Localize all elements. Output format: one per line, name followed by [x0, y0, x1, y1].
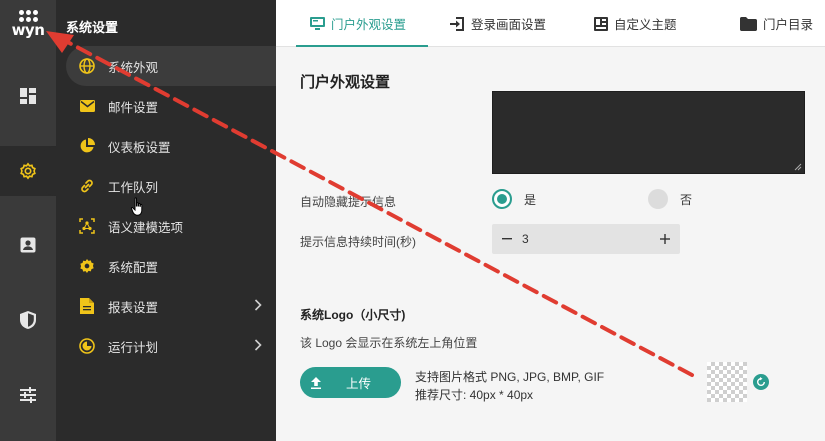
logo-section-title: 系统Logo（小尺寸): [300, 308, 406, 322]
tab-label: 登录画面设置: [471, 18, 547, 32]
plus-icon: [660, 234, 670, 244]
menu-item-dashboard[interactable]: 仪表板设置: [66, 126, 276, 166]
tab-label: 门户外观设置: [331, 18, 407, 32]
decrement-button[interactable]: [492, 224, 522, 254]
menu-item-queue[interactable]: 工作队列: [66, 166, 276, 206]
menu-item-label: 系统配置: [108, 260, 159, 275]
menu-item-system-config[interactable]: 系统配置: [66, 246, 276, 286]
resize-grip-icon[interactable]: [794, 163, 802, 171]
model-icon: [78, 217, 96, 235]
upload-label: 上传: [346, 377, 372, 391]
menu-item-label: 工作队列: [108, 180, 159, 195]
logo-text: wyn: [11, 20, 45, 39]
duration-stepper: 3: [492, 224, 680, 254]
rail-users[interactable]: [0, 220, 56, 270]
menu-item-semantic-model[interactable]: 语义建模选项: [66, 206, 276, 246]
radio-no-label: 否: [680, 192, 693, 207]
schedule-icon: [78, 337, 96, 355]
menu-item-label: 邮件设置: [108, 100, 159, 115]
rail-dashboard[interactable]: [0, 71, 56, 121]
radio-no[interactable]: 否: [648, 189, 692, 209]
globe-icon: [78, 57, 96, 75]
rail-settings[interactable]: [0, 146, 57, 196]
tab-portal-appearance[interactable]: 门户外观设置: [295, 0, 429, 47]
tab-bar: 门户外观设置 登录画面设置 自定义主题 门户目录: [276, 0, 825, 47]
menu-title: 系统设置: [66, 20, 119, 35]
logo-preview: [707, 362, 747, 402]
recommended-size: 推荐尺寸: 40px * 40px: [415, 388, 534, 402]
radio-no-dot[interactable]: [648, 189, 668, 209]
login-icon: [450, 16, 464, 31]
hand-cursor-icon: [130, 197, 143, 216]
upload-button[interactable]: 上传: [300, 367, 401, 398]
document-icon: [78, 297, 96, 315]
settings-menu: 系统设置 系统外观 邮件设置 仪表板设置 工作队列 语义建模选项 系统配置 报表…: [56, 0, 276, 441]
dashboard-icon: [20, 88, 36, 104]
monitor-icon: [310, 16, 325, 30]
menu-item-mail[interactable]: 邮件设置: [66, 86, 276, 126]
menu-item-label: 系统外观: [108, 60, 159, 75]
tab-label: 自定义主题: [614, 18, 677, 32]
menu-item-label: 报表设置: [108, 300, 159, 315]
radio-yes-label: 是: [524, 192, 537, 207]
minus-icon: [502, 238, 512, 240]
sliders-icon: [20, 387, 36, 403]
menu-item-appearance[interactable]: 系统外观: [66, 46, 276, 86]
auto-hide-label: 自动隐藏提示信息: [300, 195, 397, 209]
link-icon: [78, 177, 96, 195]
increment-button[interactable]: [650, 224, 680, 254]
gear-icon: [20, 162, 36, 180]
menu-item-label: 运行计划: [108, 340, 159, 355]
gear-icon: [78, 257, 96, 275]
rail-tools[interactable]: [0, 370, 56, 420]
menu-item-label: 仪表板设置: [108, 140, 171, 155]
content-area: 门户外观设置 登录画面设置 自定义主题 门户目录 门户外观设置 自动隐藏提示信息…: [276, 0, 825, 441]
menu-item-schedule[interactable]: 运行计划: [66, 326, 276, 366]
theme-icon: [594, 16, 608, 31]
section-title: 门户外观设置: [300, 74, 391, 91]
logo-description: 该 Logo 会显示在系统左上角位置: [300, 336, 478, 350]
rail-security[interactable]: [0, 295, 56, 345]
menu-item-report-settings[interactable]: 报表设置: [66, 286, 276, 326]
chevron-right-icon: [254, 299, 262, 311]
radio-yes-dot[interactable]: [492, 189, 512, 209]
icon-rail: wyn: [0, 0, 57, 441]
tab-custom-theme[interactable]: 自定义主题: [594, 0, 677, 47]
logo-dots-icon: [18, 9, 38, 22]
refresh-icon: [757, 377, 765, 386]
chevron-right-icon: [254, 339, 262, 351]
duration-label: 提示信息持续时间(秒): [300, 235, 416, 249]
duration-value[interactable]: 3: [522, 232, 650, 246]
tab-label: 门户目录: [763, 18, 814, 32]
pie-chart-icon: [78, 137, 96, 155]
folder-icon: [740, 16, 757, 31]
menu-item-label: 语义建模选项: [108, 220, 184, 235]
message-textarea[interactable]: [492, 91, 805, 174]
reset-logo-button[interactable]: [753, 374, 769, 390]
radio-yes[interactable]: 是: [492, 189, 536, 209]
tab-portal-directory[interactable]: 门户目录: [740, 0, 813, 47]
upload-icon: [311, 376, 321, 389]
supported-formats: 支持图片格式 PNG, JPG, BMP, GIF: [415, 370, 605, 384]
tab-login-screen[interactable]: 登录画面设置: [450, 0, 546, 47]
mail-icon: [78, 97, 96, 115]
wyn-logo[interactable]: wyn: [0, 0, 56, 46]
shield-icon: [20, 311, 36, 329]
user-card-icon: [20, 237, 36, 253]
